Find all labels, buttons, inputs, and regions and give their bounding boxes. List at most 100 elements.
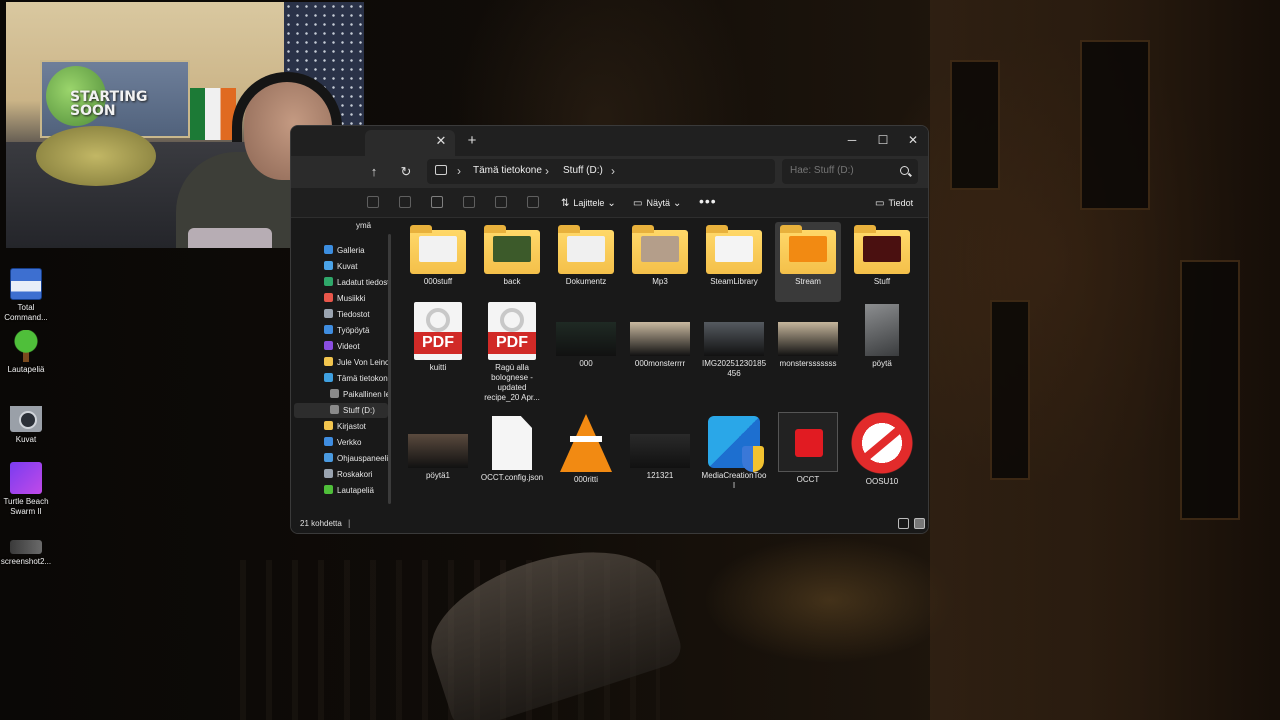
tree-icon (10, 330, 42, 362)
sidebar-item-label: Työpöytä (337, 326, 370, 335)
desktop-icon-turtle-beach[interactable]: Turtle Beach Swarm II (0, 462, 52, 517)
file-item[interactable]: OCCT (775, 412, 841, 502)
breadcrumb-this-pc[interactable]: Tämä tietokone (473, 165, 542, 176)
sidebar-item[interactable]: Kuvat (294, 259, 388, 274)
file-item[interactable]: Mp3 (627, 222, 693, 302)
sort-icon: ⇅ (561, 198, 570, 209)
file-item[interactable]: OCCT.config.json (479, 412, 545, 502)
breadcrumb-separator[interactable]: › (545, 164, 549, 178)
file-name: SteamLibrary (710, 277, 758, 286)
sidebar-item[interactable]: Tämä tietokone (294, 371, 388, 386)
folder-preview (863, 236, 901, 262)
share-icon[interactable] (495, 196, 507, 208)
file-item[interactable]: IMG20251230185456 (701, 300, 767, 408)
cut-icon[interactable] (367, 196, 379, 208)
file-item[interactable]: monstersssssss (775, 300, 841, 408)
delete-icon[interactable] (527, 196, 539, 208)
desktop-icon-screenshot[interactable]: screenshot2... (0, 530, 52, 567)
navigation-bar: ↑ ↻ › Tämä tietokone › Stuff (D:) › (291, 156, 928, 188)
paste-icon[interactable] (431, 196, 443, 208)
file-name: 000monsterrrr (634, 359, 686, 368)
sidebar-scrollbar[interactable] (388, 234, 391, 504)
minimize-button[interactable]: ─ (837, 129, 867, 151)
sidebar-item[interactable]: Verkko (294, 435, 388, 450)
pdf-badge: PDF (488, 332, 536, 354)
sidebar-item-label: Galleria (337, 246, 365, 255)
sidebar-item[interactable]: Roskakori (294, 467, 388, 482)
desktop-icon-lautapelia[interactable]: Lautapeliä (0, 330, 52, 375)
file-item[interactable]: PDF kuitti (405, 300, 471, 408)
sidebar-item[interactable]: Paikallinen levy (294, 387, 388, 402)
address-bar[interactable]: › Tämä tietokone › Stuff (D:) › (427, 159, 775, 184)
file-item[interactable]: PDF Ragù alla bolognese - updated recipe_… (479, 300, 545, 408)
sidebar-item[interactable]: Lautapeliä (294, 483, 388, 498)
image-thumbnail (778, 322, 838, 356)
details-pane-icon: ▭ (875, 198, 885, 209)
sidebar-item[interactable]: Jule Von Leinone (294, 355, 388, 370)
file-name: 000 (579, 359, 593, 368)
item-count: 21 kohdetta (300, 519, 342, 528)
large-icons-view-button[interactable] (914, 518, 925, 529)
view-button[interactable]: ▭ Näytä ⌄ (633, 195, 685, 211)
sidebar-item[interactable]: ymä (294, 218, 388, 233)
turtle-beach-icon (10, 462, 42, 494)
file-item[interactable]: 000stuff (405, 222, 471, 302)
sidebar-item[interactable]: Työpöytä (294, 323, 388, 338)
webcam-poster-text: STARTING SOON (70, 89, 148, 119)
new-tab-button[interactable]: + (465, 133, 479, 148)
sidebar-item-icon (324, 421, 333, 430)
file-item[interactable]: 121321 (627, 412, 693, 502)
desktop-icon-kuvat[interactable]: Kuvat (0, 400, 52, 445)
search-icon[interactable] (900, 166, 909, 175)
title-bar[interactable]: ✕ + ─ ☐ ✕ (291, 126, 928, 156)
sidebar-item[interactable]: Tiedostot (294, 307, 388, 322)
refresh-icon[interactable]: ↻ (397, 163, 415, 181)
sidebar-item-label: Stuff (D:) (343, 406, 375, 415)
breadcrumb-separator[interactable]: › (457, 164, 461, 178)
file-item[interactable]: 000ritti (553, 412, 619, 502)
sidebar-item[interactable]: Ladatut tiedostot (294, 275, 388, 290)
sort-button[interactable]: ⇅ Lajittele ⌄ (561, 195, 620, 211)
file-item[interactable]: OOSU10 (849, 412, 915, 502)
file-item[interactable]: MediaCreationTool (701, 412, 767, 502)
image-file-icon (10, 540, 42, 554)
file-item[interactable]: Stream (775, 222, 841, 302)
file-item[interactable]: pöytä (849, 300, 915, 408)
tab-close-button[interactable]: ✕ (434, 134, 448, 148)
breadcrumb-stuff-drive[interactable]: Stuff (D:) (563, 165, 603, 176)
close-window-button[interactable]: ✕ (898, 129, 928, 151)
file-item[interactable]: SteamLibrary (701, 222, 767, 302)
file-item[interactable]: back (479, 222, 545, 302)
file-item[interactable]: 000monsterrrr (627, 300, 693, 408)
maximize-button[interactable]: ☐ (868, 129, 898, 151)
details-button[interactable]: ▭ Tiedot (875, 195, 913, 211)
sidebar-item-icon (324, 485, 333, 494)
search-box[interactable] (782, 159, 918, 184)
up-arrow-icon[interactable]: ↑ (365, 163, 383, 181)
folder-icon (410, 225, 466, 274)
sidebar-item[interactable]: Stuff (D:) (294, 403, 388, 418)
sidebar-item[interactable]: Ohjauspaneeli (294, 451, 388, 466)
copy-icon[interactable] (399, 196, 411, 208)
sidebar-item[interactable]: Videot (294, 339, 388, 354)
sidebar-item[interactable]: Galleria (294, 243, 388, 258)
breadcrumb-separator[interactable]: › (611, 164, 615, 178)
more-options-button[interactable]: ••• (699, 193, 717, 209)
file-item[interactable]: Dokumentz (553, 222, 619, 302)
desktop-icon-total-commander[interactable]: Total Command... (0, 268, 52, 323)
sidebar-item[interactable]: Musiikki (294, 291, 388, 306)
details-view-button[interactable] (898, 518, 909, 529)
search-input[interactable] (790, 165, 894, 176)
file-item[interactable]: 000 (553, 300, 619, 408)
file-name: pöytä (872, 359, 892, 368)
rename-icon[interactable] (463, 196, 475, 208)
file-item[interactable]: pöytä1 (405, 412, 471, 502)
sidebar-item[interactable]: Kirjastot (294, 419, 388, 434)
sidebar-item-icon (324, 261, 333, 270)
sidebar-item-label: Paikallinen levy (343, 390, 388, 399)
pdf-logo (500, 308, 524, 332)
folder-preview (493, 236, 531, 262)
file-item[interactable]: Stuff (849, 222, 915, 302)
sidebar-item-label: Kirjastot (337, 422, 366, 431)
sidebar-item-label: Tiedostot (337, 310, 370, 319)
